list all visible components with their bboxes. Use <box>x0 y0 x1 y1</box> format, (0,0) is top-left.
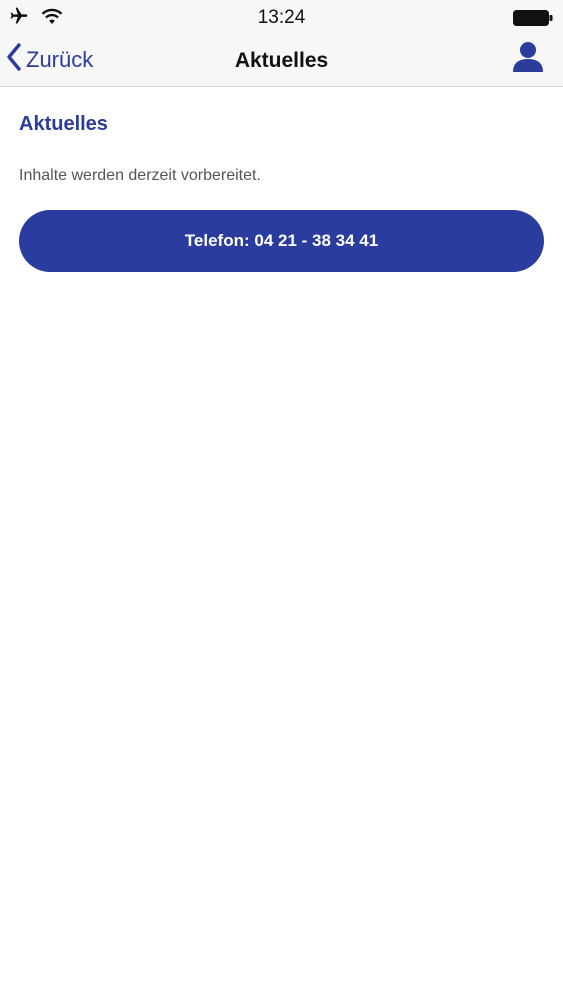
status-time: 13:24 <box>257 7 306 28</box>
navigation-bar: Zurück Aktuelles <box>0 36 563 87</box>
status-bar: 13:24 <box>0 0 563 36</box>
section-text: Inhalte werden derzeit vorbereitet. <box>19 167 261 184</box>
user-button[interactable] <box>511 40 545 76</box>
phone-call-button[interactable]: Telefon: 04 21 - 38 34 41 <box>19 210 544 272</box>
main-content: Aktuelles Inhalte werden derzeit vorbere… <box>19 86 544 272</box>
battery-icon <box>513 10 553 26</box>
section-heading: Aktuelles <box>19 113 108 135</box>
page-title: Aktuelles <box>234 49 329 72</box>
phone-call-button-label: Telefon: 04 21 - 38 34 41 <box>184 231 379 250</box>
user-icon <box>511 42 545 78</box>
